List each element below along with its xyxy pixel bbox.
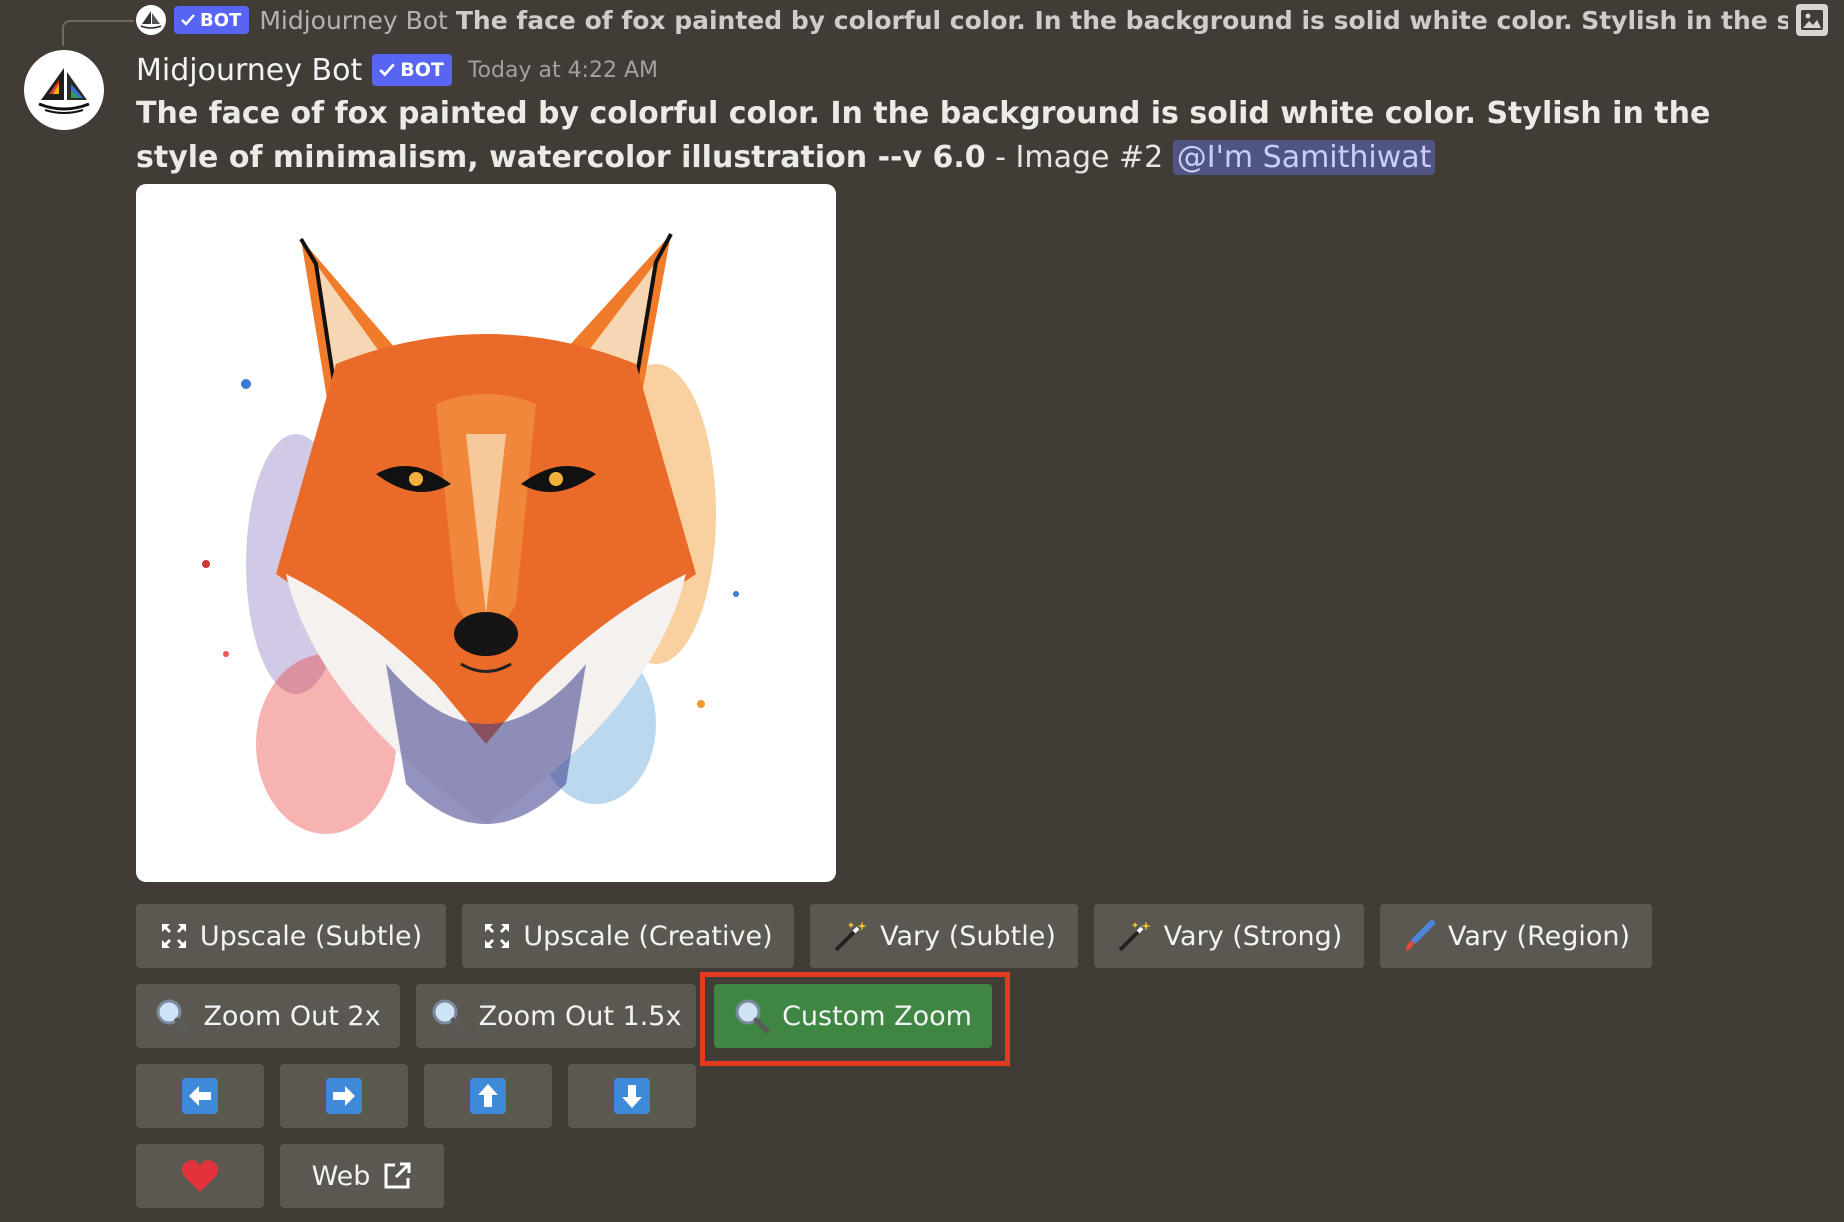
reply-connector [62, 20, 134, 46]
zoom-out-1-5x-button[interactable]: Zoom Out 1.5x [416, 984, 696, 1048]
button-label: Upscale (Subtle) [199, 920, 423, 952]
check-icon [180, 13, 196, 27]
button-label: Zoom Out 1.5x [478, 1000, 682, 1032]
button-label: Vary (Region) [1447, 920, 1631, 952]
bot-badge-label: BOT [400, 59, 444, 81]
arrow-down-icon [613, 1077, 651, 1115]
bot-badge: BOT [372, 54, 452, 86]
reply-author[interactable]: Midjourney Bot [259, 6, 448, 35]
vary-strong-button[interactable]: Vary (Strong) [1094, 904, 1364, 968]
reply-text[interactable]: The face of fox painted by colorful colo… [456, 6, 1788, 35]
button-label: Zoom Out 2x [203, 1000, 381, 1032]
external-link-icon [382, 1161, 412, 1191]
favorite-button[interactable] [136, 1144, 264, 1208]
message-header: Midjourney Bot BOT Today at 4:22 AM [136, 48, 658, 92]
image-number: - Image #2 [985, 140, 1173, 175]
web-button[interactable]: Web [280, 1144, 444, 1208]
paintbrush-icon [1402, 919, 1436, 953]
generated-image[interactable] [136, 184, 836, 882]
magnifier-icon [431, 998, 467, 1034]
bot-badge-label: BOT [200, 9, 242, 31]
bot-badge: BOT [174, 6, 250, 34]
pan-left-button[interactable] [136, 1064, 264, 1128]
arrow-right-icon [325, 1077, 363, 1115]
username[interactable]: Midjourney Bot [136, 53, 362, 88]
magnifier-icon [155, 998, 191, 1034]
button-label: Vary (Subtle) [880, 920, 1056, 952]
timestamp: Today at 4:22 AM [467, 57, 658, 83]
pan-down-button[interactable] [568, 1064, 696, 1128]
vary-region-button[interactable]: Vary (Region) [1380, 904, 1652, 968]
expand-arrows-icon [483, 922, 511, 950]
zoom-out-2x-button[interactable]: Zoom Out 2x [136, 984, 400, 1048]
heart-icon [180, 1158, 220, 1194]
avatar[interactable] [24, 50, 104, 130]
reply-preview[interactable]: BOT Midjourney Bot The face of fox paint… [136, 2, 1828, 38]
arrow-up-icon [469, 1077, 507, 1115]
arrow-left-icon [181, 1077, 219, 1115]
magic-wand-icon [832, 919, 868, 953]
button-label: Upscale (Creative) [523, 920, 773, 952]
image-icon [1796, 4, 1828, 36]
vary-subtle-button[interactable]: Vary (Subtle) [810, 904, 1078, 968]
magic-wand-icon [1116, 919, 1152, 953]
midjourney-logo-icon [38, 68, 90, 114]
expand-arrows-icon [160, 922, 188, 950]
message-content: The face of fox painted by colorful colo… [136, 92, 1756, 180]
highlight-box [700, 972, 1010, 1066]
user-mention[interactable]: @I'm Samithiwat [1172, 140, 1436, 175]
pan-up-button[interactable] [424, 1064, 552, 1128]
midjourney-sailboat-icon [136, 5, 166, 35]
pan-right-button[interactable] [280, 1064, 408, 1128]
button-label: Web [311, 1160, 371, 1192]
upscale-subtle-button[interactable]: Upscale (Subtle) [136, 904, 446, 968]
check-icon [378, 62, 396, 78]
prompt-text: The face of fox painted by colorful colo… [136, 96, 1711, 175]
button-label: Vary (Strong) [1163, 920, 1343, 952]
upscale-creative-button[interactable]: Upscale (Creative) [462, 904, 794, 968]
